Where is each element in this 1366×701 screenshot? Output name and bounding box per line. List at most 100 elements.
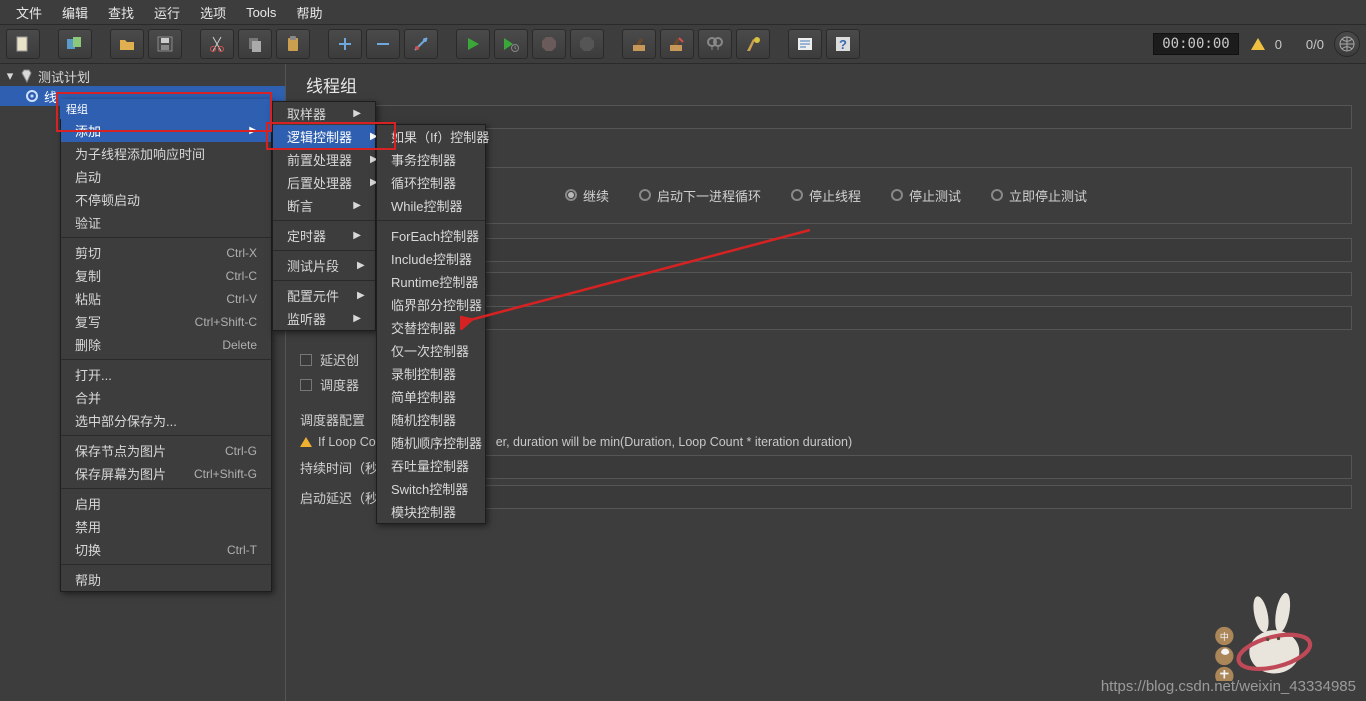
lc-runtime[interactable]: Runtime控制器 [377,270,485,293]
scheduler-checkbox[interactable] [300,379,312,391]
tree-thread-label: 线 [44,87,57,106]
lc-throughput[interactable]: 吞吐量控制器 [377,454,485,477]
paste-icon[interactable] [276,29,310,59]
menu-edit[interactable]: 编辑 [52,3,98,22]
menu-help[interactable]: 帮助 [286,3,332,22]
lc-transaction[interactable]: 事务控制器 [377,148,485,171]
search-icon[interactable] [698,29,732,59]
sub-sampler[interactable]: 取样器▶ [273,102,375,125]
stop-icon[interactable] [532,29,566,59]
ctx-open[interactable]: 打开... [61,363,271,386]
sub-assertion[interactable]: 断言▶ [273,194,375,217]
sub-preprocessor[interactable]: 前置处理器▶ [273,148,375,171]
lc-if[interactable]: 如果（If）控制器 [377,125,485,148]
ctx-save-node-img[interactable]: 保存节点为图片Ctrl-G [61,439,271,462]
copy-icon[interactable] [238,29,272,59]
help-icon[interactable]: ? [826,29,860,59]
radio-next-loop[interactable]: 启动下一进程循环 [639,186,761,205]
lc-random-order[interactable]: 随机顺序控制器 [377,431,485,454]
menu-run[interactable]: 运行 [144,3,190,22]
open-icon[interactable] [110,29,144,59]
clear-all-icon[interactable] [660,29,694,59]
ctx-disable[interactable]: 禁用 [61,515,271,538]
globe-icon[interactable] [1334,31,1360,57]
sub-postprocessor[interactable]: 后置处理器▶ [273,171,375,194]
menu-file[interactable]: 文件 [6,3,52,22]
lc-interleave[interactable]: 交替控制器 [377,316,485,339]
ctx-merge[interactable]: 合并 [61,386,271,409]
expand-icon[interactable] [328,29,362,59]
menu-options[interactable]: 选项 [190,3,236,22]
start-icon[interactable] [456,29,490,59]
lc-include[interactable]: Include控制器 [377,247,485,270]
delay-label: 延迟创 [320,350,359,369]
collapse-toggle-icon[interactable]: ▾ [4,70,16,82]
ctx-enable[interactable]: 启用 [61,492,271,515]
templates-icon[interactable] [58,29,92,59]
lc-simple[interactable]: 简单控制器 [377,385,485,408]
ctx-help[interactable]: 帮助 [61,568,271,591]
tree-badge: 程组 [60,99,272,119]
shutdown-icon[interactable] [570,29,604,59]
reset-search-icon[interactable] [736,29,770,59]
toolbar: ? 00:00:00 0 0/0 [0,24,1366,64]
warning-icon [1251,38,1265,50]
ctx-start[interactable]: 启动 [61,165,271,188]
ctx-copy[interactable]: 复制Ctrl-C [61,264,271,287]
tree-root[interactable]: ▾ 测试计划 [0,66,285,86]
radio-stop-test[interactable]: 停止测试 [891,186,961,205]
lc-switch[interactable]: Switch控制器 [377,477,485,500]
sub-timer[interactable]: 定时器▶ [273,224,375,247]
clear-icon[interactable] [622,29,656,59]
warnings-indicator[interactable]: 0 [1251,37,1288,52]
cut-icon[interactable] [200,29,234,59]
sub-test-fragment[interactable]: 测试片段▶ [273,254,375,277]
save-icon[interactable] [148,29,182,59]
sub-config-element[interactable]: 配置元件▶ [273,284,375,307]
radio-continue[interactable]: 继续 [565,186,609,205]
logic-controller-submenu[interactable]: 如果（If）控制器 事务控制器 循环控制器 While控制器 ForEach控制… [376,124,486,524]
duration-input[interactable] [388,455,1352,479]
collapse-icon[interactable] [366,29,400,59]
lc-recording[interactable]: 录制控制器 [377,362,485,385]
lc-module[interactable]: 模块控制器 [377,500,485,523]
function-helper-icon[interactable] [788,29,822,59]
ctx-duplicate[interactable]: 复写Ctrl+Shift-C [61,310,271,333]
lc-random[interactable]: 随机控制器 [377,408,485,431]
lc-foreach[interactable]: ForEach控制器 [377,224,485,247]
ctx-validate[interactable]: 验证 [61,211,271,234]
sub-listener[interactable]: 监听器▶ [273,307,375,330]
panel-title: 线程组 [300,72,1352,97]
duration-label: 持续时间（秒 [300,458,378,477]
radio-stop-now[interactable]: 立即停止测试 [991,186,1087,205]
ctx-delete[interactable]: 删除Delete [61,333,271,356]
menubar: 文件 编辑 查找 运行 选项 Tools 帮助 [0,0,1366,24]
ctx-add-think-time[interactable]: 为子线程添加响应时间 [61,142,271,165]
ctx-start-no-pause[interactable]: 不停顿启动 [61,188,271,211]
start-no-pause-icon[interactable] [494,29,528,59]
toggle-icon[interactable] [404,29,438,59]
warning-icon [300,437,312,447]
ctx-save-screen-img[interactable]: 保存屏幕为图片Ctrl+Shift-G [61,462,271,485]
menu-search[interactable]: 查找 [98,3,144,22]
startup-delay-input[interactable] [388,485,1352,509]
add-submenu[interactable]: 取样器▶ 逻辑控制器▶ 前置处理器▶ 后置处理器▶ 断言▶ 定时器▶ 测试片段▶… [272,101,376,331]
mascot-icon: 中 [1206,581,1326,681]
lc-critical[interactable]: 临界部分控制器 [377,293,485,316]
radio-stop-thread[interactable]: 停止线程 [791,186,861,205]
ctx-toggle[interactable]: 切换Ctrl-T [61,538,271,561]
sub-logic-controller[interactable]: 逻辑控制器▶ [273,125,375,148]
menu-tools[interactable]: Tools [236,5,286,20]
context-menu[interactable]: 程组 添加▶ 为子线程添加响应时间 启动 不停顿启动 验证 剪切Ctrl-X 复… [60,99,272,592]
lc-loop[interactable]: 循环控制器 [377,171,485,194]
ctx-cut[interactable]: 剪切Ctrl-X [61,241,271,264]
ctx-paste[interactable]: 粘贴Ctrl-V [61,287,271,310]
ctx-save-selection[interactable]: 选中部分保存为... [61,409,271,432]
active-threads: 0/0 [1300,37,1330,52]
ctx-add[interactable]: 添加▶ [61,119,271,142]
lc-once-only[interactable]: 仅一次控制器 [377,339,485,362]
elapsed-timer: 00:00:00 [1153,33,1238,55]
delay-checkbox[interactable] [300,354,312,366]
lc-while[interactable]: While控制器 [377,194,485,217]
new-icon[interactable] [6,29,40,59]
